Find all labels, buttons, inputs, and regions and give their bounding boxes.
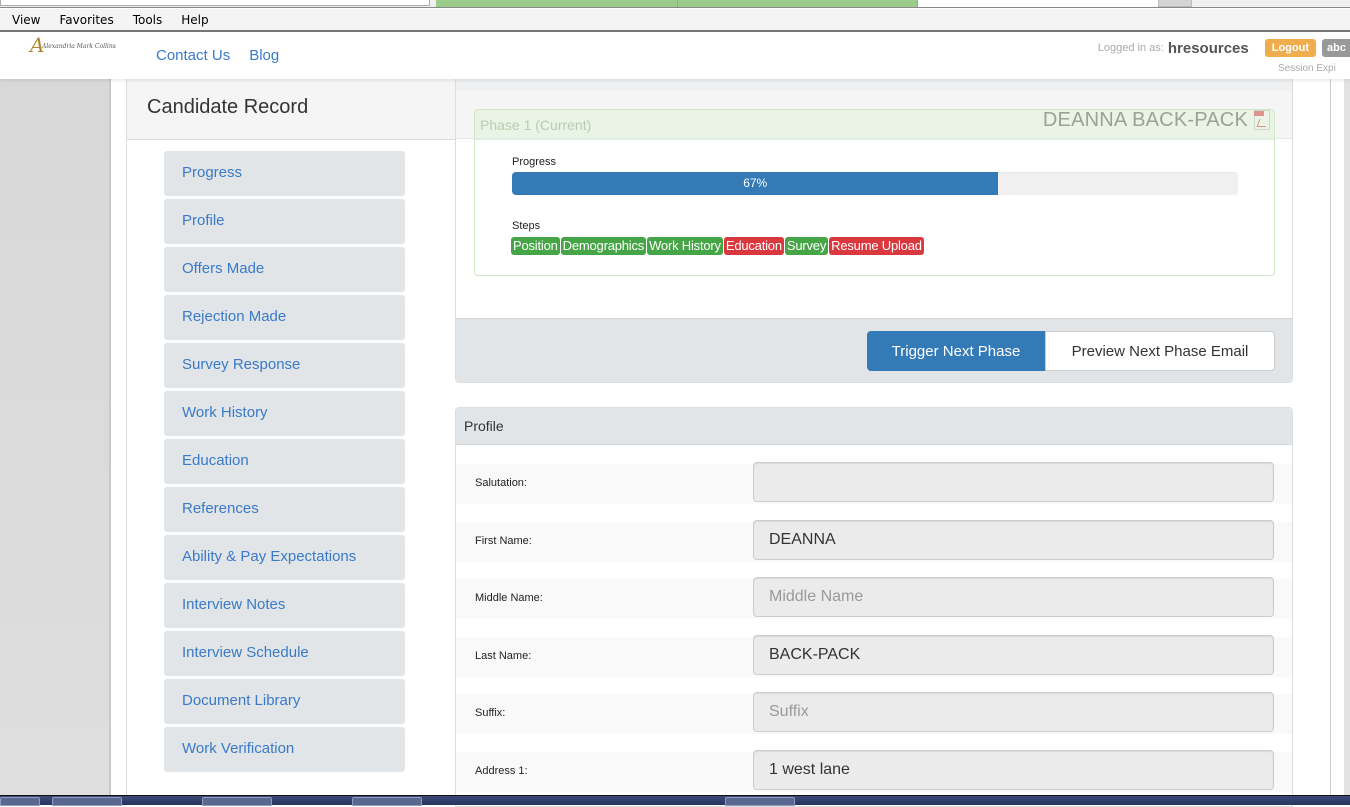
candidate-record-panel: Candidate Record Progress Profile Offers…	[126, 79, 456, 795]
extra-badge-button[interactable]: abc	[1322, 39, 1350, 57]
step-badge-resume-upload[interactable]: Resume Upload	[829, 237, 924, 255]
sidebar-item-interview-schedule[interactable]: Interview Schedule	[164, 631, 405, 676]
step-badge-survey[interactable]: Survey	[784, 237, 829, 255]
phase-panel-top	[456, 79, 1292, 91]
step-badge-demographics[interactable]: Demographics	[560, 237, 647, 255]
phase-panel: DEANNA BACK-PACK Phase 1 (Current) Progr…	[455, 79, 1293, 383]
profile-panel: Profile Salutation: First Name: Middle N…	[455, 407, 1293, 807]
sidebar-item-profile[interactable]: Profile	[164, 199, 405, 244]
session-expiry-text: Session Expi	[1278, 63, 1336, 74]
phase-title: Phase 1 (Current)	[475, 110, 1274, 140]
step-badge-education[interactable]: Education	[723, 237, 784, 255]
nav-blog[interactable]: Blog	[249, 47, 279, 64]
first-name-field[interactable]	[753, 520, 1274, 560]
nav-contact-us[interactable]: Contact Us	[156, 47, 230, 64]
logged-in-label: Logged in as:	[1097, 42, 1164, 54]
step-badge-position[interactable]: Position	[511, 237, 560, 255]
username: hresources	[1167, 39, 1249, 57]
last-name-field[interactable]	[753, 635, 1274, 675]
os-taskbar	[0, 795, 1350, 806]
steps-label: Steps	[512, 220, 541, 232]
last-name-label: Last Name:	[475, 650, 532, 662]
salutation-label: Salutation:	[475, 477, 527, 489]
progress-label: Progress	[512, 156, 557, 168]
browser-tab-strip	[0, 0, 1350, 8]
form-row-suffix: Suffix:	[456, 692, 1292, 734]
sidebar-item-work-verification[interactable]: Work Verification	[164, 727, 405, 772]
browser-tab[interactable]	[918, 0, 1158, 7]
sidebar-item-interview-notes[interactable]: Interview Notes	[164, 583, 405, 628]
form-row-salutation: Salutation:	[456, 462, 1292, 504]
browser-tab-active[interactable]	[436, 0, 918, 7]
steps-list: Position Demographics Work History Educa…	[511, 237, 924, 255]
candidate-record-title: Candidate Record	[147, 96, 309, 118]
menu-tools[interactable]: Tools	[133, 13, 163, 27]
login-status: Logged in as: hresources Logout abc	[1098, 39, 1350, 57]
browser-address-bar[interactable]	[0, 0, 430, 6]
sidebar-item-work-history[interactable]: Work History	[164, 391, 405, 436]
right-divider	[1330, 79, 1331, 795]
browser-new-tab-button[interactable]	[1158, 0, 1192, 7]
profile-title: Profile	[456, 408, 1292, 445]
form-row-address-1: Address 1:	[456, 750, 1292, 792]
candidate-record-header: Candidate Record	[127, 79, 456, 140]
form-row-last-name: Last Name:	[456, 635, 1292, 677]
suffix-label: Suffix:	[475, 707, 506, 719]
sidebar-item-references[interactable]: References	[164, 487, 405, 532]
phase-actions: Trigger Next Phase Preview Next Phase Em…	[456, 318, 1292, 382]
logo-text: Alexandria Mark Collins	[42, 43, 116, 50]
sidebar-item-survey-response[interactable]: Survey Response	[164, 343, 405, 388]
suffix-field[interactable]	[753, 692, 1274, 732]
salutation-field[interactable]	[753, 462, 1274, 502]
step-badge-work-history[interactable]: Work History	[647, 237, 723, 255]
address-1-label: Address 1:	[475, 765, 528, 777]
sidebar-item-ability-pay[interactable]: Ability & Pay Expectations	[164, 535, 405, 580]
first-name-label: First Name:	[475, 535, 532, 547]
trigger-next-phase-button[interactable]: Trigger Next Phase	[867, 331, 1045, 371]
top-nav: Contact Us Blog	[156, 47, 279, 64]
sidebar-item-document-library[interactable]: Document Library	[164, 679, 405, 724]
menu-help[interactable]: Help	[181, 13, 208, 27]
logout-button[interactable]: Logout	[1264, 39, 1316, 57]
sidebar-item-rejection-made[interactable]: Rejection Made	[164, 295, 405, 340]
sidebar-item-offers-made[interactable]: Offers Made	[164, 247, 405, 292]
sidebar-item-progress[interactable]: Progress	[164, 151, 405, 196]
progress-bar: 67%	[512, 172, 1238, 195]
preview-next-phase-email-button[interactable]: Preview Next Phase Email	[1045, 331, 1275, 371]
logo[interactable]: A Alexandria Mark Collins	[30, 33, 125, 57]
address-1-field[interactable]	[753, 750, 1274, 790]
progress-bar-fill: 67%	[512, 172, 999, 195]
page-scrollbar[interactable]	[1344, 79, 1350, 795]
form-row-middle-name: Middle Name:	[456, 577, 1292, 619]
menu-view[interactable]: View	[12, 13, 40, 27]
candidate-record-nav: Progress Profile Offers Made Rejection M…	[164, 151, 405, 775]
site-header: A Alexandria Mark Collins Contact Us Blo…	[0, 33, 1350, 79]
sidebar-item-education[interactable]: Education	[164, 439, 405, 484]
browser-menu-bar: View Favorites Tools Help	[0, 9, 1350, 32]
middle-name-field[interactable]	[753, 577, 1274, 617]
middle-name-label: Middle Name:	[475, 592, 543, 604]
form-row-first-name: First Name:	[456, 520, 1292, 562]
menu-favorites[interactable]: Favorites	[59, 13, 113, 27]
left-gutter	[0, 79, 111, 795]
